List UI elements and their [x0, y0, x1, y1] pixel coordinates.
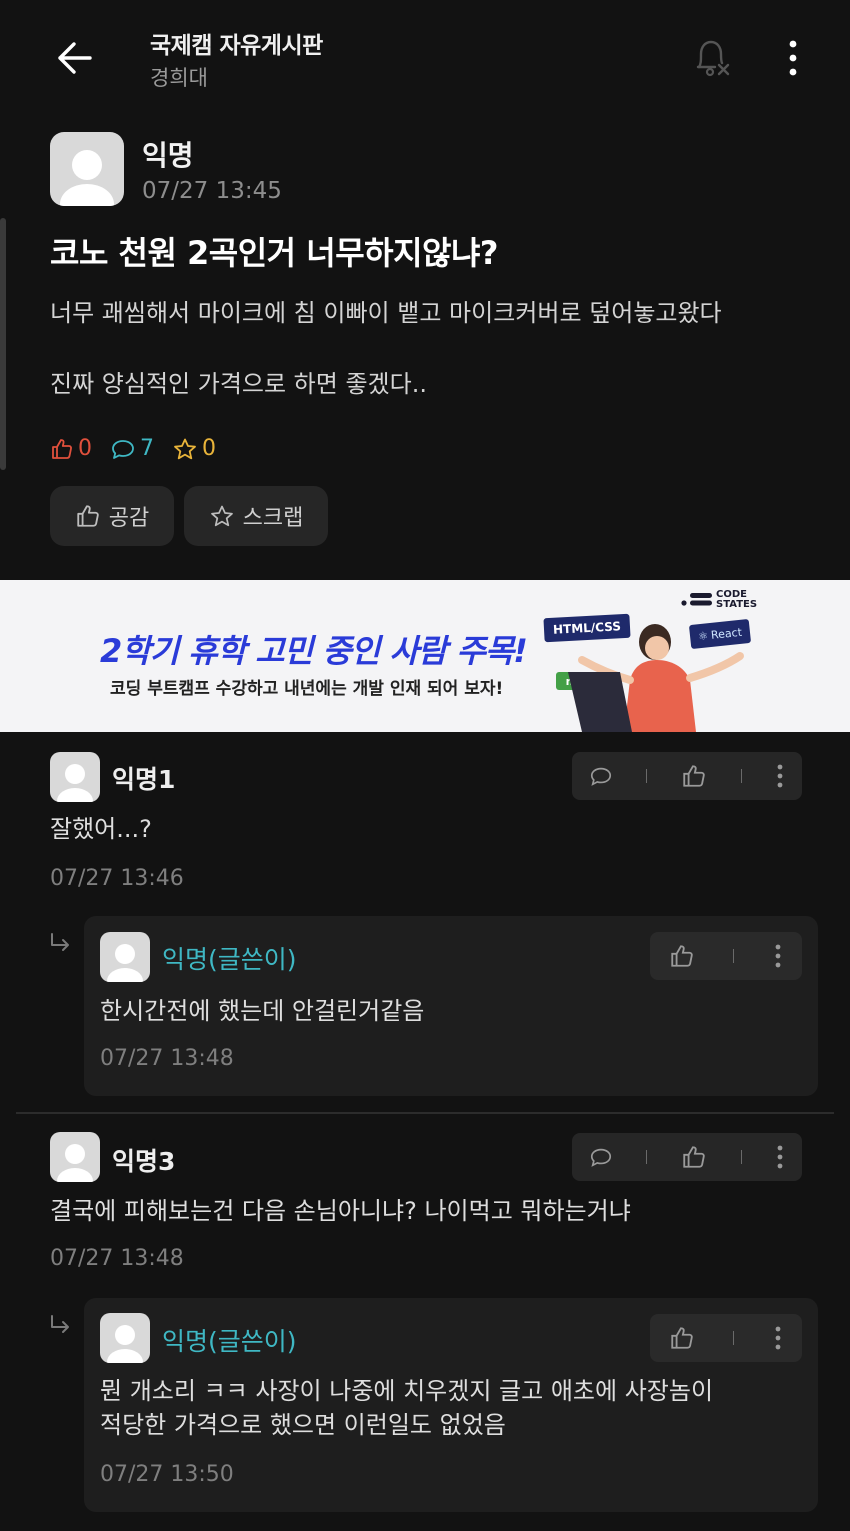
anonymous-avatar-icon [57, 1144, 93, 1182]
more-options-icon[interactable] [773, 1325, 783, 1351]
comment-avatar [100, 1313, 150, 1363]
comment-actions [650, 1314, 802, 1362]
comment-avatar [50, 1132, 100, 1182]
post-timestamp: 07/27 13:45 [142, 178, 282, 204]
thumbs-up-icon[interactable] [681, 1144, 707, 1170]
anonymous-avatar-icon [107, 1325, 143, 1363]
separator [740, 769, 742, 783]
codestates-logo: CODE STATES [680, 590, 757, 610]
reply-arrow-icon [51, 1315, 69, 1333]
like-button[interactable]: 공감 [50, 486, 174, 546]
separator [646, 769, 648, 783]
comment-count: 7 [110, 436, 154, 461]
separator [740, 1150, 742, 1164]
comment-timestamp: 07/27 13:50 [100, 1462, 234, 1487]
brand-line-2: STATES [716, 599, 758, 610]
star-icon [210, 505, 233, 527]
scrap-button-label: 스크랩 [242, 506, 304, 531]
post-author: 익명 [142, 139, 194, 172]
thumbs-up-icon [52, 438, 72, 459]
post-title: 코노 천원 2곡인거 너무하지않냐? [50, 234, 498, 272]
like-count-value: 0 [78, 436, 92, 461]
board-title: 국제캠 자유게시판 [150, 33, 323, 59]
scrap-button[interactable]: 스크랩 [184, 486, 328, 546]
more-options-icon[interactable] [775, 763, 785, 789]
comment-text: 잘했어...? [50, 815, 152, 843]
comment-divider [16, 1112, 834, 1114]
comment-author-op: 익명(글쓴이) [162, 945, 297, 974]
comment-avatar [100, 932, 150, 982]
back-arrow-icon[interactable] [52, 36, 96, 80]
reply-comment-icon[interactable] [589, 1145, 613, 1169]
woman-laptop-illustration [568, 624, 744, 732]
comment-bubble-icon [112, 439, 134, 459]
scrap-count: 0 [172, 436, 216, 461]
more-options-icon[interactable] [775, 1144, 785, 1170]
scroll-indicator[interactable] [0, 218, 6, 470]
like-button-label: 공감 [108, 506, 150, 531]
reply-comment-icon[interactable] [589, 764, 613, 788]
comment-text: 한시간전에 했는데 안걸린거같음 [100, 997, 425, 1025]
more-options-icon[interactable] [780, 38, 806, 78]
comment-text: 결국에 피해보는건 다음 손님아니냐? 나이먹고 뭐하는거냐 [50, 1197, 631, 1225]
anonymous-avatar-icon [60, 150, 114, 206]
anonymous-avatar-icon [57, 764, 93, 802]
like-count: 0 [50, 436, 92, 461]
comment-author: 익명1 [112, 765, 176, 794]
comment-count-value: 7 [140, 436, 154, 461]
comment-timestamp: 07/27 13:48 [50, 1246, 184, 1271]
comment-text-line-1: 뭔 개소리 ㅋㅋ 사장이 나중에 치우겠지 글고 애초에 사장놈이 [100, 1377, 714, 1405]
brand-mark-icon [681, 593, 712, 606]
thumbs-up-icon[interactable] [669, 1325, 695, 1351]
reply-arrow-icon [51, 933, 69, 951]
more-options-icon[interactable] [773, 943, 783, 969]
author-avatar [50, 132, 124, 206]
thumbs-up-icon[interactable] [681, 763, 707, 789]
thumbs-up-icon [77, 505, 99, 527]
scrap-count-value: 0 [202, 436, 216, 461]
separator [733, 1331, 735, 1345]
comment-timestamp: 07/27 13:46 [50, 866, 184, 891]
comment-timestamp: 07/27 13:48 [100, 1046, 234, 1071]
thumbs-up-icon[interactable] [669, 943, 695, 969]
separator [646, 1150, 648, 1164]
notification-off-icon[interactable] [688, 34, 734, 80]
banner-subline: 코딩 부트캠프 수강하고 내년에는 개발 인재 되어 보자! [110, 679, 504, 699]
star-icon [174, 438, 196, 459]
comment-actions [572, 752, 802, 800]
banner-headline: 2학기 휴학 고민 중인 사람 주목! [100, 632, 528, 670]
post-body-line-2: 진짜 양심적인 가격으로 하면 좋겠다.. [50, 370, 427, 398]
comment-text-line-2: 적당한 가격으로 했으면 이런일도 없었음 [100, 1411, 506, 1439]
comment-avatar [50, 752, 100, 802]
comment-author: 익명3 [112, 1147, 176, 1176]
comment-actions [650, 932, 802, 980]
separator [733, 949, 735, 963]
comment-author-op: 익명(글쓴이) [162, 1327, 297, 1356]
anonymous-avatar-icon [107, 944, 143, 982]
board-school: 경희대 [150, 66, 208, 90]
ad-banner[interactable]: 2학기 휴학 고민 중인 사람 주목! 코딩 부트캠프 수강하고 내년에는 개발… [0, 580, 850, 732]
post-body-line-1: 너무 괘씸해서 마이크에 침 이빠이 뱉고 마이크커버로 덮어놓고왔다 [50, 299, 722, 327]
post-stats: 0 7 0 [50, 436, 234, 461]
comment-actions [572, 1133, 802, 1181]
